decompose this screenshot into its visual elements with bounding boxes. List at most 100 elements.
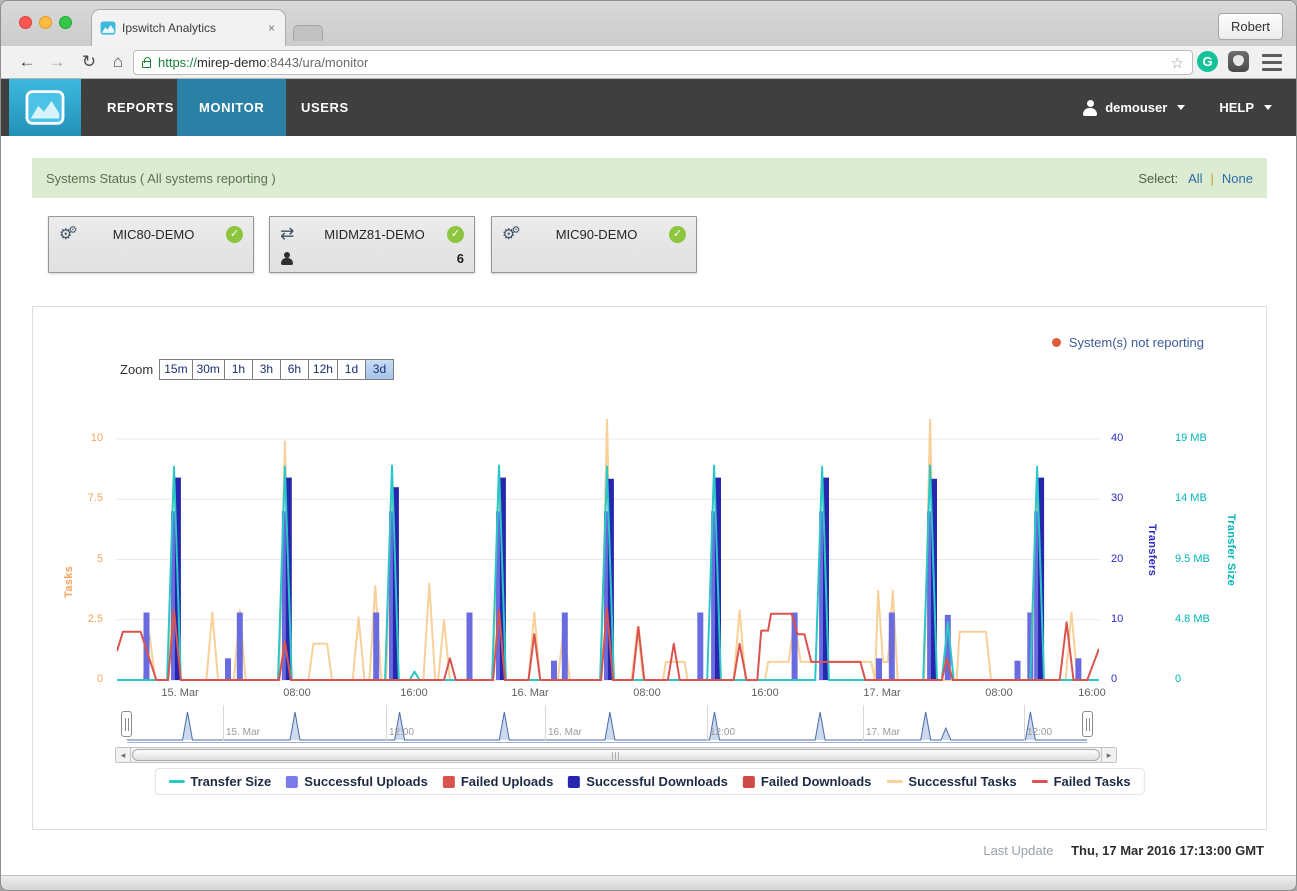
zoom-option-1d[interactable]: 1d [337,359,366,380]
browser-tab[interactable]: Ipswitch Analytics × [91,9,286,46]
tasks-tick-label: 2.5 [55,613,103,625]
legend-item-successful-downloads[interactable]: Successful Downloads [568,774,728,789]
back-icon[interactable]: ← [15,49,39,75]
not-reporting-label: System(s) not reporting [1069,335,1204,350]
system-card-mic90[interactable]: ⚙⚙ MIC90-DEMO ✓ [491,216,697,273]
transfer-size-tick-label: 19 MB [1175,432,1227,444]
zoom-option-15m[interactable]: 15m [159,359,192,380]
select-all-link[interactable]: All [1188,171,1202,186]
legend-swatch [1032,780,1048,783]
browser-profile-button[interactable]: Robert [1218,13,1283,40]
reload-icon[interactable]: ↻ [77,49,101,75]
last-update-value: Thu, 17 Mar 2016 17:13:00 GMT [1071,843,1264,858]
transfer-size-tick-label: 0 [1175,673,1227,685]
transfer-arrows-icon: ⇄ [280,224,302,244]
user-menu[interactable]: demouser [1082,100,1185,116]
nav-item-users[interactable]: USERS [279,79,371,136]
address-bar[interactable]: https://mirep-demo:8443/ura/monitor ☆ [133,50,1193,75]
forward-icon[interactable]: → [45,49,69,75]
zoom-option-1h[interactable]: 1h [224,359,253,380]
status-ok-icon: ✓ [669,226,686,243]
tab-close-icon[interactable]: × [266,21,277,35]
scrollbar-left-arrow-icon[interactable]: ◂ [116,748,131,762]
help-menu-label: HELP [1219,100,1254,115]
main-chart-plot[interactable] [117,419,1099,681]
legend-item-successful-uploads[interactable]: Successful Uploads [286,774,428,789]
legend-swatch [568,776,580,788]
legend-item-failed-uploads[interactable]: Failed Uploads [443,774,553,789]
transfer-size-tick-label: 14 MB [1175,492,1227,504]
zoom-option-3h[interactable]: 3h [252,359,281,380]
navigator-label: 17. Mar [866,727,900,738]
grammarly-extension-icon[interactable]: G [1197,51,1218,72]
tasks-tick-label: 7.5 [55,492,103,504]
select-label: Select: [1138,171,1178,186]
zoom-option-12h[interactable]: 12h [308,359,338,380]
x-axis-label: 16:00 [751,687,779,699]
monitor-chart-card: System(s) not reporting Zoom 15m 30m 1h … [32,306,1267,830]
chevron-down-icon [1177,105,1185,110]
navigator-label: 12:00 [389,727,414,738]
navigator-left-handle[interactable] [121,711,132,737]
window-minimize-button[interactable] [39,16,52,29]
last-update-footer: Last Update Thu, 17 Mar 2016 17:13:00 GM… [983,843,1264,858]
scrollbar-thumb[interactable]: ||| [132,749,1100,761]
new-tab-button[interactable] [293,25,323,41]
navigator-label: 15. Mar [226,727,260,738]
favicon-chart-icon [100,21,116,35]
app-logo[interactable] [9,79,81,136]
scrollbar-right-arrow-icon[interactable]: ▸ [1101,748,1116,762]
select-divider: | [1211,171,1214,186]
window-close-button[interactable] [19,16,32,29]
chart-scrollbar[interactable]: ◂ ||| ▸ [115,747,1117,763]
padlock-icon[interactable] [142,61,151,68]
status-ok-icon: ✓ [447,226,464,243]
legend-item-failed-downloads[interactable]: Failed Downloads [743,774,872,789]
select-none-link[interactable]: None [1222,171,1253,186]
navigator-gridline [863,705,864,741]
x-axis-label: 15. Mar [161,687,198,699]
browser-window: Ipswitch Analytics × Robert ← → ↻ ⌂ http… [0,0,1297,891]
navigator-right-handle[interactable] [1082,711,1093,737]
main-chart-svg [117,419,1099,681]
transfer-size-tick-label: 4.8 MB [1175,613,1227,625]
window-zoom-button[interactable] [59,16,72,29]
bookmark-star-icon[interactable]: ☆ [1171,54,1184,72]
tab-strip: Ipswitch Analytics × Robert [1,1,1296,46]
help-menu[interactable]: HELP [1219,100,1272,115]
user-icon [1082,100,1098,116]
zoom-option-3d-selected[interactable]: 3d [365,359,394,380]
legend-item-transfer-size[interactable]: Transfer Size [168,774,271,789]
zoom-option-6h[interactable]: 6h [280,359,309,380]
scrollbar-grip-icon: ||| [611,752,620,760]
not-reporting-legend: System(s) not reporting [1052,335,1204,350]
legend-item-successful-tasks[interactable]: Successful Tasks [886,774,1016,789]
system-name: MIC90-DEMO [524,227,669,242]
gears-icon: ⚙⚙ [502,225,524,243]
navigator-label: 12:00 [710,727,735,738]
systems-status-title: Systems Status ( All systems reporting ) [46,171,1138,186]
legend-swatch [886,780,902,783]
system-card-midmz81[interactable]: ⇄ MIDMZ81-DEMO ✓ 6 [269,216,475,273]
home-icon[interactable]: ⌂ [106,49,130,75]
transfer-size-axis-title: Transfer Size [1225,514,1237,586]
shield-extension-icon[interactable] [1228,51,1249,72]
zoom-option-30m[interactable]: 30m [192,359,225,380]
logo-chart-icon [25,90,65,125]
navigator-label: 16. Mar [548,727,582,738]
transfers-tick-label: 0 [1111,673,1151,685]
zoom-label: Zoom [120,362,153,377]
x-axis-label: 08:00 [633,687,661,699]
nav-item-monitor[interactable]: MONITOR [177,79,286,136]
transfers-tick-label: 20 [1111,553,1151,565]
app-navbar: REPORTS MONITOR USERS demouser HELP [1,79,1296,136]
legend-item-failed-tasks[interactable]: Failed Tasks [1032,774,1131,789]
browser-toolbar: ← → ↻ ⌂ https://mirep-demo:8443/ura/moni… [1,46,1296,79]
chart-navigator[interactable]: 15. Mar12:0016. Mar12:0017. Mar12:00 [127,705,1087,743]
system-card-mic80[interactable]: ⚙⚙ MIC80-DEMO ✓ [48,216,254,273]
browser-menu-icon[interactable] [1259,50,1285,74]
users-count-value: 6 [293,251,464,266]
tab-title: Ipswitch Analytics [122,21,266,35]
navigator-gridline [545,705,546,741]
x-axis-label: 16. Mar [511,687,548,699]
